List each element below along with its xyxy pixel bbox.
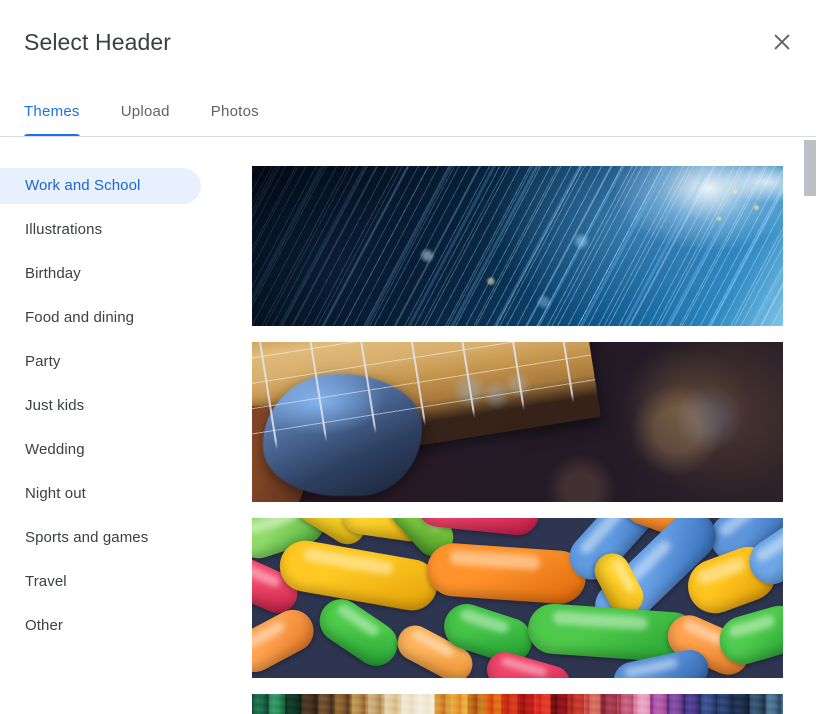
vertical-scrollbar[interactable] xyxy=(801,138,816,714)
tab-photos[interactable]: Photos xyxy=(211,86,259,137)
dialog-header: Select Header xyxy=(0,0,816,86)
tab-bar: Themes Upload Photos xyxy=(0,86,816,137)
sidebar-item-wedding[interactable]: Wedding xyxy=(0,432,201,468)
sidebar-item-travel[interactable]: Travel xyxy=(0,564,201,600)
sidebar-item-sports-and-games[interactable]: Sports and games xyxy=(0,520,201,556)
sidebar-item-work-and-school[interactable]: Work and School xyxy=(0,168,201,204)
scrollbar-thumb[interactable] xyxy=(804,140,816,196)
sidebar-item-just-kids[interactable]: Just kids xyxy=(0,388,201,424)
close-icon xyxy=(772,32,792,52)
candy-piece xyxy=(252,603,321,678)
sidebar-item-food-and-dining[interactable]: Food and dining xyxy=(0,300,201,336)
dialog-body: Work and School Illustrations Birthday F… xyxy=(0,137,816,714)
theme-thumbnail-guitar-player[interactable] xyxy=(252,342,783,502)
guitar-player-image xyxy=(252,342,783,502)
theme-thumbnail-colorful-candy[interactable] xyxy=(252,518,783,678)
sidebar-item-other[interactable]: Other xyxy=(0,608,201,644)
candy-piece xyxy=(426,541,589,605)
colorful-candy-image xyxy=(252,518,783,678)
page-title: Select Header xyxy=(24,27,171,57)
sidebar-item-illustrations[interactable]: Illustrations xyxy=(0,212,201,248)
theme-gallery xyxy=(252,137,816,714)
tab-upload[interactable]: Upload xyxy=(121,86,170,137)
sidebar-item-night-out[interactable]: Night out xyxy=(0,476,201,512)
yarn-skeins-image xyxy=(252,694,783,714)
category-sidebar: Work and School Illustrations Birthday F… xyxy=(0,137,252,714)
select-header-dialog: Select Header Themes Upload Photos Work … xyxy=(0,0,816,714)
candy-piece xyxy=(275,537,441,615)
theme-thumbnail-yarn-skeins[interactable] xyxy=(252,694,783,714)
sidebar-item-party[interactable]: Party xyxy=(0,344,201,380)
theme-thumbnail-fiber-optic-lights[interactable] xyxy=(252,166,783,326)
stage-light-flare xyxy=(252,342,783,502)
fiber-optic-lights-image xyxy=(252,166,783,326)
tab-themes[interactable]: Themes xyxy=(24,86,80,137)
sidebar-item-birthday[interactable]: Birthday xyxy=(0,256,201,292)
close-button[interactable] xyxy=(762,22,802,62)
